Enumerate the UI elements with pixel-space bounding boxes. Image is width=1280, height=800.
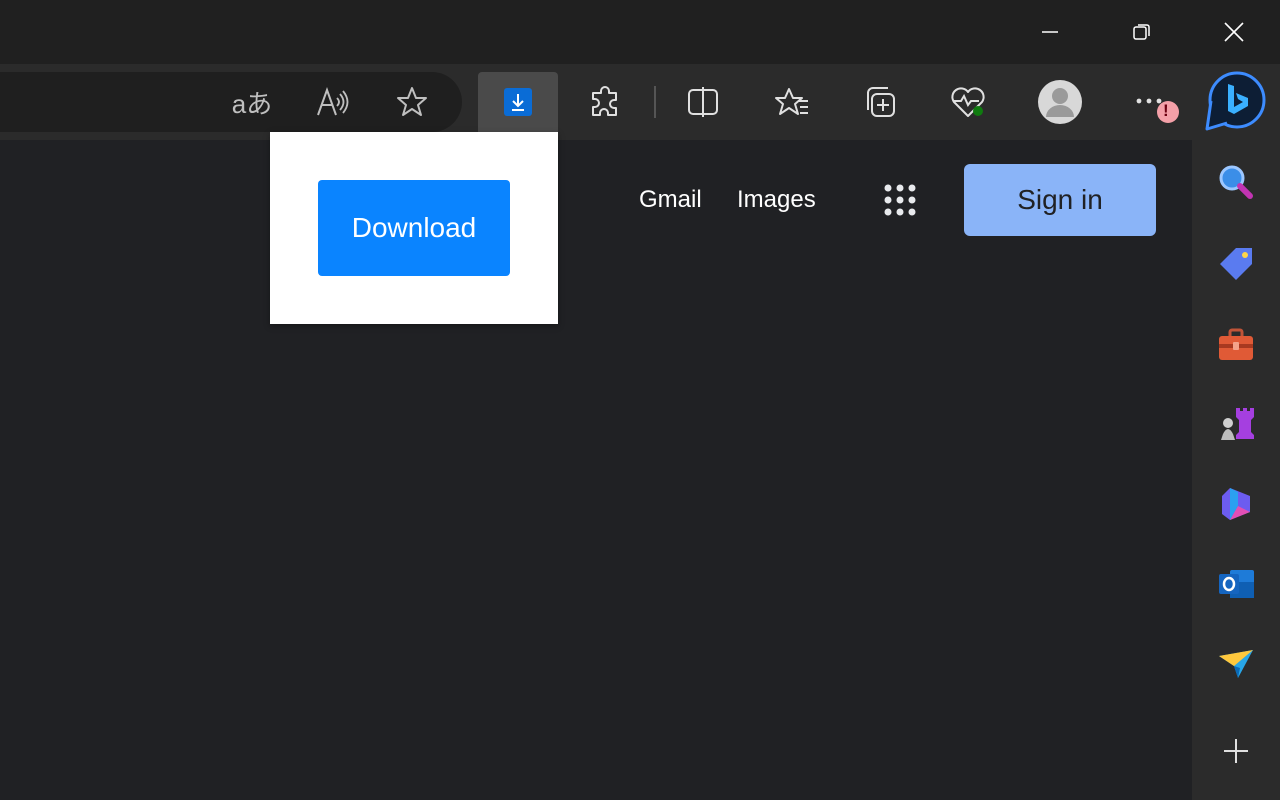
- profile-avatar[interactable]: [1036, 78, 1084, 126]
- title-bar: [0, 0, 1280, 64]
- browser-essentials-icon[interactable]: [948, 82, 988, 122]
- restore-icon: [1133, 24, 1150, 40]
- outlook-icon[interactable]: [1212, 560, 1260, 608]
- apps-grid-icon[interactable]: [880, 180, 920, 220]
- minimize-icon: [1042, 31, 1058, 33]
- add-icon[interactable]: [1212, 727, 1260, 775]
- favorites-icon[interactable]: [772, 82, 812, 122]
- sign-in-button[interactable]: Sign in: [964, 164, 1156, 236]
- images-link[interactable]: Images: [737, 184, 816, 216]
- close-icon: [1224, 22, 1244, 42]
- translate-icon[interactable]: aあ: [228, 82, 276, 122]
- browser-toolbar: aあ !: [0, 64, 1280, 140]
- page-content: [0, 140, 1192, 800]
- collections-icon[interactable]: [860, 82, 900, 122]
- drop-icon[interactable]: [1212, 640, 1260, 688]
- translate-glyph: aあ: [231, 88, 273, 119]
- edge-sidebar: [1192, 140, 1280, 800]
- copilot-icon[interactable]: [1204, 70, 1268, 134]
- tools-icon[interactable]: [1212, 320, 1260, 368]
- more-options-icon[interactable]: !: [1130, 82, 1180, 126]
- toolbar-separator: [654, 86, 656, 118]
- shopping-icon[interactable]: [1212, 240, 1260, 288]
- downloads-button[interactable]: [478, 72, 558, 132]
- gmail-link[interactable]: Gmail: [639, 184, 702, 216]
- close-button[interactable]: [1211, 0, 1257, 64]
- download-icon: [504, 88, 532, 116]
- favorite-star-icon[interactable]: [390, 82, 434, 122]
- minimize-button[interactable]: [1027, 0, 1073, 64]
- alert-badge: !: [1163, 101, 1169, 120]
- downloads-flyout: Download: [270, 132, 558, 324]
- split-screen-icon[interactable]: [683, 82, 723, 122]
- download-button[interactable]: Download: [318, 180, 510, 276]
- read-aloud-icon[interactable]: [310, 82, 354, 122]
- extensions-icon[interactable]: [586, 82, 626, 122]
- games-icon[interactable]: [1212, 400, 1260, 448]
- restore-button[interactable]: [1119, 0, 1165, 64]
- microsoft-365-icon[interactable]: [1212, 480, 1260, 528]
- search-icon[interactable]: [1212, 158, 1260, 206]
